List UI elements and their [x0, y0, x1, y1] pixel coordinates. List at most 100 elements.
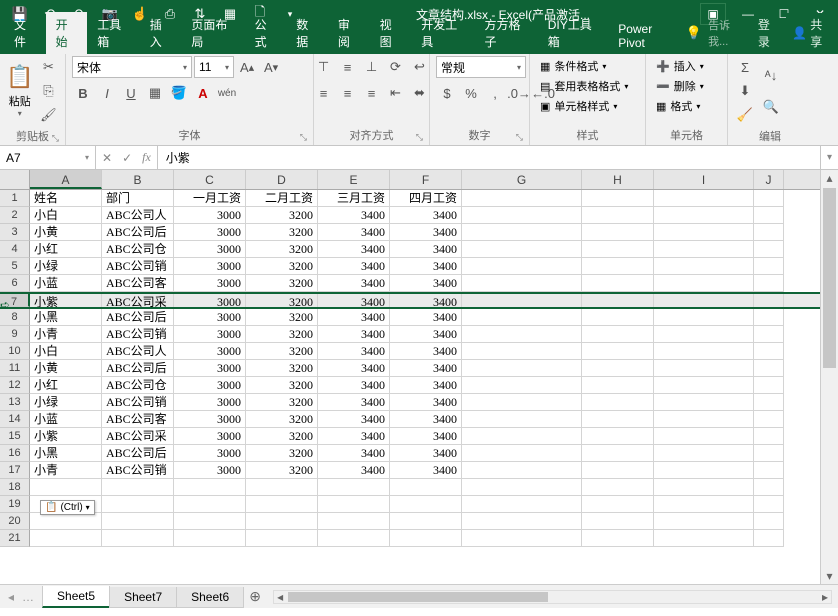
align-left-icon[interactable]: ≡ — [313, 82, 335, 104]
cell[interactable]: 3400 — [390, 411, 462, 428]
find-icon[interactable]: 🔍 — [760, 92, 782, 122]
font-size-combo[interactable]: 11▾ — [194, 56, 234, 78]
cell[interactable]: 3400 — [390, 377, 462, 394]
cell[interactable] — [462, 360, 582, 377]
cell[interactable]: 小黄 — [30, 360, 102, 377]
cell[interactable]: ABC公司销 — [102, 394, 174, 411]
decrease-font-icon[interactable]: A▾ — [260, 56, 282, 78]
cell[interactable]: 3000 — [174, 343, 246, 360]
cell[interactable] — [754, 294, 784, 307]
cell[interactable] — [754, 360, 784, 377]
tab-方方格子[interactable]: 方方格子 — [474, 12, 537, 54]
launcher-icon[interactable]: ⤡ — [516, 132, 523, 143]
cell[interactable]: 3200 — [246, 428, 318, 445]
cell[interactable] — [654, 343, 754, 360]
cell[interactable]: 三月工资 — [318, 190, 390, 207]
autosum-icon[interactable]: Σ — [734, 56, 756, 78]
copy-icon[interactable]: ⎘ — [37, 80, 59, 102]
cell[interactable] — [754, 445, 784, 462]
cell[interactable] — [390, 496, 462, 513]
cell[interactable] — [654, 530, 754, 547]
cell[interactable]: ABC公司销 — [102, 326, 174, 343]
cell[interactable]: 3400 — [318, 411, 390, 428]
col-header-F[interactable]: F — [390, 170, 462, 189]
cell[interactable] — [582, 479, 654, 496]
row-header[interactable]: 5 — [0, 258, 30, 275]
cell[interactable] — [462, 428, 582, 445]
cell[interactable]: 3200 — [246, 326, 318, 343]
row-header[interactable]: 16 — [0, 445, 30, 462]
row-header[interactable]: 15 — [0, 428, 30, 445]
cell[interactable]: 3000 — [174, 258, 246, 275]
border-icon[interactable]: ▦ — [144, 82, 166, 104]
col-header-A[interactable]: A — [30, 170, 102, 189]
cell[interactable] — [390, 530, 462, 547]
cell[interactable] — [754, 224, 784, 241]
cell[interactable]: 小青 — [30, 326, 102, 343]
cell[interactable] — [582, 530, 654, 547]
conditional-format-button[interactable]: ▦条件格式▾ — [536, 56, 610, 76]
cell[interactable] — [654, 479, 754, 496]
cell[interactable]: 3400 — [390, 258, 462, 275]
cell[interactable]: 二月工资 — [246, 190, 318, 207]
cell[interactable]: 3000 — [174, 275, 246, 292]
cell[interactable] — [318, 479, 390, 496]
comma-icon[interactable]: , — [484, 82, 506, 104]
scroll-left-icon[interactable]: ◂ — [274, 591, 286, 603]
cell[interactable]: 小蓝 — [30, 275, 102, 292]
login-button[interactable]: 登录 — [750, 12, 786, 54]
cell[interactable] — [654, 207, 754, 224]
cell[interactable] — [754, 241, 784, 258]
cell[interactable]: ABC公司仓 — [102, 241, 174, 258]
table-format-button[interactable]: ▤套用表格格式▾ — [536, 76, 632, 96]
cell[interactable] — [654, 462, 754, 479]
tab-开始[interactable]: 开始 — [46, 12, 88, 54]
cell[interactable] — [318, 513, 390, 530]
cell[interactable] — [582, 241, 654, 258]
cell[interactable] — [654, 326, 754, 343]
cell[interactable]: 3400 — [318, 207, 390, 224]
cell[interactable]: 3000 — [174, 394, 246, 411]
cell[interactable] — [30, 513, 102, 530]
align-top-icon[interactable]: ⊤ — [313, 56, 335, 78]
merge-icon[interactable]: ⬌ — [409, 82, 431, 104]
cell[interactable] — [654, 496, 754, 513]
currency-icon[interactable]: $ — [436, 82, 458, 104]
cell[interactable] — [246, 530, 318, 547]
tab-视图[interactable]: 视图 — [370, 12, 412, 54]
cell[interactable]: ABC公司采 — [102, 294, 174, 307]
font-color-icon[interactable]: A — [192, 82, 214, 104]
cell[interactable] — [754, 479, 784, 496]
font-name-combo[interactable]: 宋体▾ — [72, 56, 192, 78]
fx-icon[interactable]: fx — [142, 150, 151, 165]
sheet-nav-prev-icon[interactable]: ◂ — [8, 590, 14, 604]
cell[interactable]: 部门 — [102, 190, 174, 207]
tab-页面布局[interactable]: 页面布局 — [181, 12, 244, 54]
align-center-icon[interactable]: ≡ — [337, 82, 359, 104]
cell[interactable]: 四月工资 — [390, 190, 462, 207]
paste-button[interactable]: 📋 粘贴 ▾ — [6, 59, 33, 123]
row-header[interactable]: 1 — [0, 190, 30, 207]
cell[interactable]: 3400 — [318, 360, 390, 377]
scroll-thumb[interactable] — [288, 592, 548, 602]
cell[interactable]: 3400 — [390, 294, 462, 307]
row-header[interactable]: 4 — [0, 241, 30, 258]
cell[interactable] — [582, 343, 654, 360]
cell[interactable]: 3400 — [390, 275, 462, 292]
cell[interactable]: ABC公司后 — [102, 309, 174, 326]
cell[interactable]: ABC公司销 — [102, 258, 174, 275]
cell[interactable]: 3200 — [246, 309, 318, 326]
cell[interactable] — [654, 411, 754, 428]
cell[interactable] — [462, 258, 582, 275]
col-header-G[interactable]: G — [462, 170, 582, 189]
cell[interactable] — [30, 530, 102, 547]
cell[interactable]: 3400 — [390, 445, 462, 462]
cell[interactable]: 3000 — [174, 309, 246, 326]
cell[interactable]: 3200 — [246, 224, 318, 241]
cell[interactable] — [462, 241, 582, 258]
cell[interactable] — [582, 224, 654, 241]
cell[interactable] — [462, 309, 582, 326]
row-header[interactable]: 19 — [0, 496, 30, 513]
scroll-thumb[interactable] — [823, 188, 836, 368]
cell[interactable]: ABC公司仓 — [102, 377, 174, 394]
